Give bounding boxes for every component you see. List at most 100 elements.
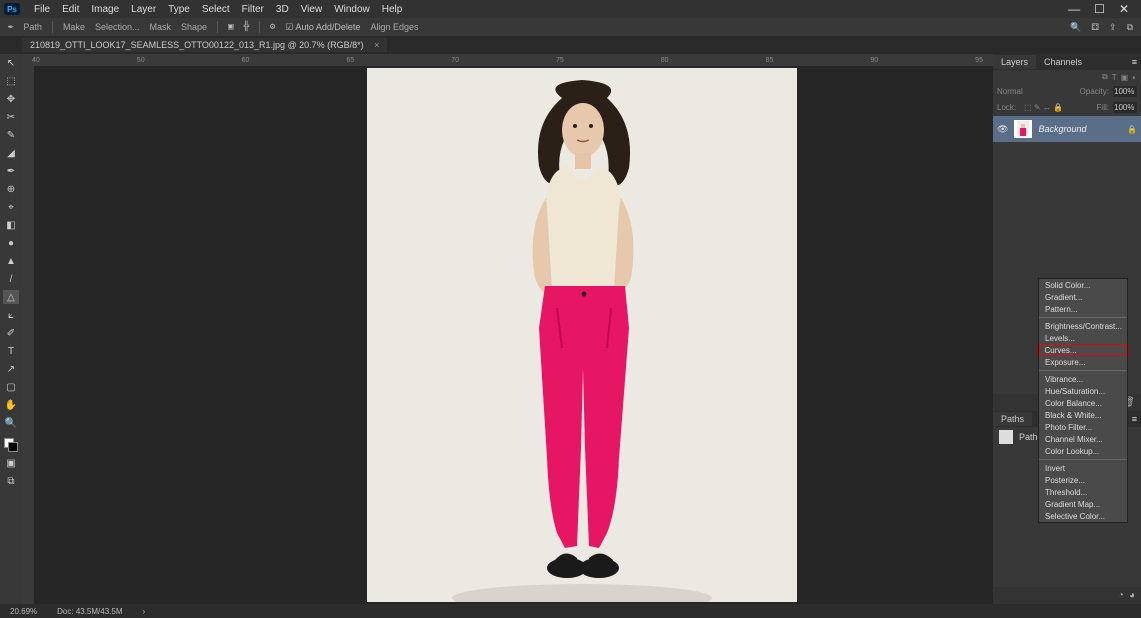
menu-posterize[interactable]: Posterize...	[1039, 474, 1127, 486]
frame-icon[interactable]: ⧉	[1127, 22, 1133, 33]
tab-paths[interactable]: Paths	[993, 412, 1032, 426]
zoom-tool[interactable]: 🔍	[3, 416, 19, 430]
brush-tool[interactable]: ✒	[3, 164, 19, 178]
quickmask-button[interactable]: ▣	[3, 456, 19, 470]
marquee-tool[interactable]: ⬚	[3, 74, 19, 88]
status-arrow-icon[interactable]: ›	[143, 607, 146, 616]
menu-curves[interactable]: Curves...	[1039, 344, 1127, 356]
menu-view[interactable]: View	[295, 4, 329, 15]
close-tab-button[interactable]: ×	[374, 40, 379, 50]
shape-button[interactable]: Shape	[181, 22, 207, 32]
workspace-icon[interactable]: ⚃	[1091, 22, 1099, 33]
window-minimize-button[interactable]: —	[1068, 2, 1080, 16]
lock-icons[interactable]: ⬚ ✎ ↔ 🔒	[1020, 101, 1067, 114]
paths-panel-menu-icon[interactable]: ≡	[1128, 414, 1141, 424]
clone-tool[interactable]: ⊕	[3, 182, 19, 196]
menu-file[interactable]: File	[28, 4, 56, 15]
canvas-area[interactable]: 405060 657075 808590 95	[22, 54, 993, 604]
type-tool[interactable]: T	[3, 344, 19, 358]
menu-brightness-contrast[interactable]: Brightness/Contrast...	[1039, 320, 1127, 332]
menu-pattern[interactable]: Pattern...	[1039, 303, 1127, 315]
blur-tool[interactable]: ▲	[3, 254, 19, 268]
menu-hue-saturation[interactable]: Hue/Saturation...	[1039, 385, 1127, 397]
menu-type[interactable]: Type	[162, 4, 196, 15]
eraser-tool[interactable]: ◧	[3, 218, 19, 232]
menu-invert[interactable]: Invert	[1039, 462, 1127, 474]
menu-color-lookup[interactable]: Color Lookup...	[1039, 445, 1127, 457]
path-thumbnail[interactable]	[999, 430, 1013, 444]
mode-dropdown[interactable]: Path	[23, 22, 42, 32]
menu-gradient-map[interactable]: Gradient Map...	[1039, 498, 1127, 510]
pencil-tool[interactable]: ✐	[3, 326, 19, 340]
align-edges-checkbox[interactable]: Align Edges	[370, 22, 418, 32]
menu-selective-color[interactable]: Selective Color...	[1039, 510, 1127, 522]
selection-button[interactable]: Selection...	[95, 22, 140, 32]
lasso-tool[interactable]: ✥	[3, 92, 19, 106]
stroke-path-icon[interactable]: ◕	[1129, 590, 1135, 601]
dodge-tool[interactable]: /	[3, 272, 19, 286]
filter-icon2[interactable]: T	[1112, 73, 1117, 82]
tab-channels[interactable]: Channels	[1036, 55, 1090, 69]
panel-menu-icon[interactable]: ≡	[1128, 57, 1141, 67]
auto-add-checkbox[interactable]: ☑ Auto Add/Delete	[285, 22, 360, 33]
eyedropper-tool[interactable]: ✎	[3, 128, 19, 142]
menu-select[interactable]: Select	[196, 4, 236, 15]
layer-thumbnail[interactable]	[1014, 120, 1032, 138]
menu-levels[interactable]: Levels...	[1039, 332, 1127, 344]
menu-solid-color[interactable]: Solid Color...	[1039, 279, 1127, 291]
background-swatch[interactable]	[8, 442, 18, 452]
menu-image[interactable]: Image	[85, 4, 125, 15]
menu-channel-mixer[interactable]: Channel Mixer...	[1039, 433, 1127, 445]
crop-tool[interactable]: ✂	[3, 110, 19, 124]
zoom-level[interactable]: 20.69%	[10, 607, 37, 616]
screenmode-button[interactable]: ⧉	[3, 474, 19, 488]
path-select-tool[interactable]: ↗	[3, 362, 19, 376]
mask-button[interactable]: Mask	[149, 22, 171, 32]
make-button[interactable]: Make	[63, 22, 85, 32]
filter-icon4[interactable]: ◐	[1132, 73, 1137, 82]
move-tool[interactable]: ↖	[3, 56, 19, 70]
filter-icon[interactable]: ⧉	[1102, 72, 1108, 82]
document-tab[interactable]: 210819_OTTI_LOOK17_SEAMLESS_OTTO00122_01…	[22, 38, 387, 52]
doc-size[interactable]: Doc: 43.5M/43.5M	[57, 607, 122, 616]
menu-filter[interactable]: Filter	[236, 4, 270, 15]
rectangle-tool[interactable]: ▢	[3, 380, 19, 394]
align-icon[interactable]: ╬	[243, 22, 248, 32]
menu-color-balance[interactable]: Color Balance...	[1039, 397, 1127, 409]
history-brush-tool[interactable]: ⌖	[3, 200, 19, 214]
window-close-button[interactable]: ✕	[1119, 2, 1129, 16]
hand-tool[interactable]: ✋	[3, 398, 19, 412]
tab-layers[interactable]: Layers	[993, 55, 1036, 69]
menu-edit[interactable]: Edit	[56, 4, 85, 15]
menu-photo-filter[interactable]: Photo Filter...	[1039, 421, 1127, 433]
search-icon[interactable]: 🔍	[1070, 22, 1081, 33]
color-swatches[interactable]	[4, 438, 18, 452]
fill-path-icon[interactable]: ◔	[1118, 590, 1124, 601]
patch-tool[interactable]: ◢	[3, 146, 19, 160]
menu-window[interactable]: Window	[328, 4, 376, 15]
menu-black-white[interactable]: Black & White...	[1039, 409, 1127, 421]
opacity-input[interactable]	[1113, 86, 1137, 97]
menu-exposure[interactable]: Exposure...	[1039, 356, 1127, 368]
lock-icon: 🔒	[1127, 125, 1137, 134]
blend-mode-dropdown[interactable]: Normal	[997, 87, 1076, 96]
menu-3d[interactable]: 3D	[270, 4, 295, 15]
gear-icon[interactable]: ⚙	[270, 22, 275, 32]
direct-select-tool[interactable]: ⟀	[3, 308, 19, 322]
filter-icon3[interactable]: ▣	[1121, 73, 1129, 82]
gradient-tool[interactable]: ●	[3, 236, 19, 250]
menu-help[interactable]: Help	[376, 4, 409, 15]
document-canvas[interactable]	[367, 68, 797, 602]
pen-tool[interactable]: △	[3, 290, 19, 304]
window-maximize-button[interactable]: ☐	[1094, 2, 1105, 16]
share-icon[interactable]: ⇪	[1109, 22, 1117, 33]
menu-gradient[interactable]: Gradient...	[1039, 291, 1127, 303]
layer-row-background[interactable]: 👁 Background 🔒	[993, 116, 1141, 142]
menu-layer[interactable]: Layer	[125, 4, 162, 15]
combine-icon[interactable]: ▣	[228, 22, 233, 32]
menu-vibrance[interactable]: Vibrance...	[1039, 373, 1127, 385]
ruler-horizontal: 405060 657075 808590 95	[22, 54, 993, 66]
menu-threshold[interactable]: Threshold...	[1039, 486, 1127, 498]
visibility-toggle-icon[interactable]: 👁	[997, 124, 1008, 135]
fill-input[interactable]	[1113, 102, 1137, 113]
